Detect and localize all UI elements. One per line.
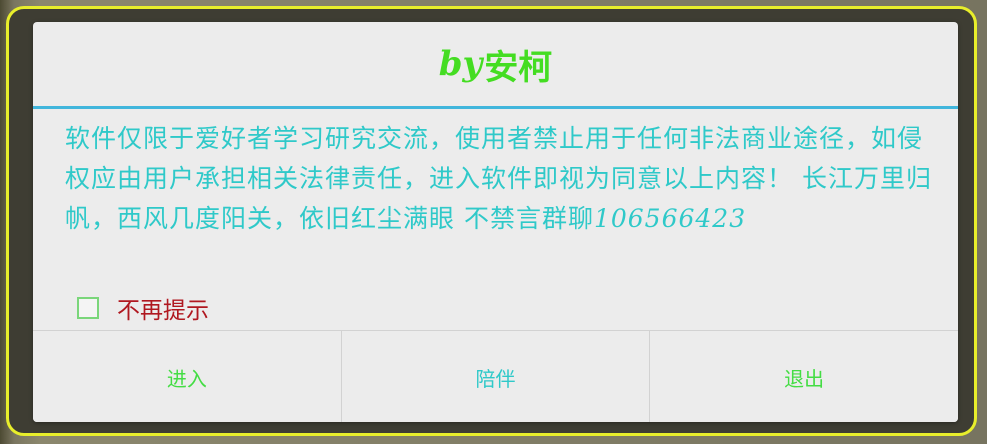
title-divider (33, 106, 958, 109)
dialog-title: by 安柯 (33, 22, 958, 106)
dialog-button-bar: 进入 陪伴 退出 (33, 330, 958, 422)
dialog-title-prefix: by (438, 44, 483, 84)
dont-show-again-label[interactable]: 不再提示 (117, 291, 209, 325)
disclaimer-dialog: by 安柯 软件仅限于爱好者学习研究交流，使用者禁止用于任何非法商业途径，如侵权应… (33, 22, 958, 422)
dialog-title-name: 安柯 (484, 47, 553, 88)
enter-button[interactable]: 进入 (33, 331, 342, 422)
dialog-message: 软件仅限于爱好者学习研究交流，使用者禁止用于任何非法商业途径，如侵权应由用户承担… (65, 119, 933, 239)
exit-button[interactable]: 退出 (650, 331, 958, 422)
accompany-button[interactable]: 陪伴 (341, 331, 651, 422)
dont-show-again-row[interactable]: 不再提示 (77, 292, 209, 324)
message-text: 软件仅限于爱好者学习研究交流，使用者禁止用于任何非法商业途径，如侵权应由用户承担… (65, 124, 932, 233)
dont-show-again-checkbox[interactable] (77, 297, 99, 319)
message-group-number: 106566423 (593, 204, 747, 233)
